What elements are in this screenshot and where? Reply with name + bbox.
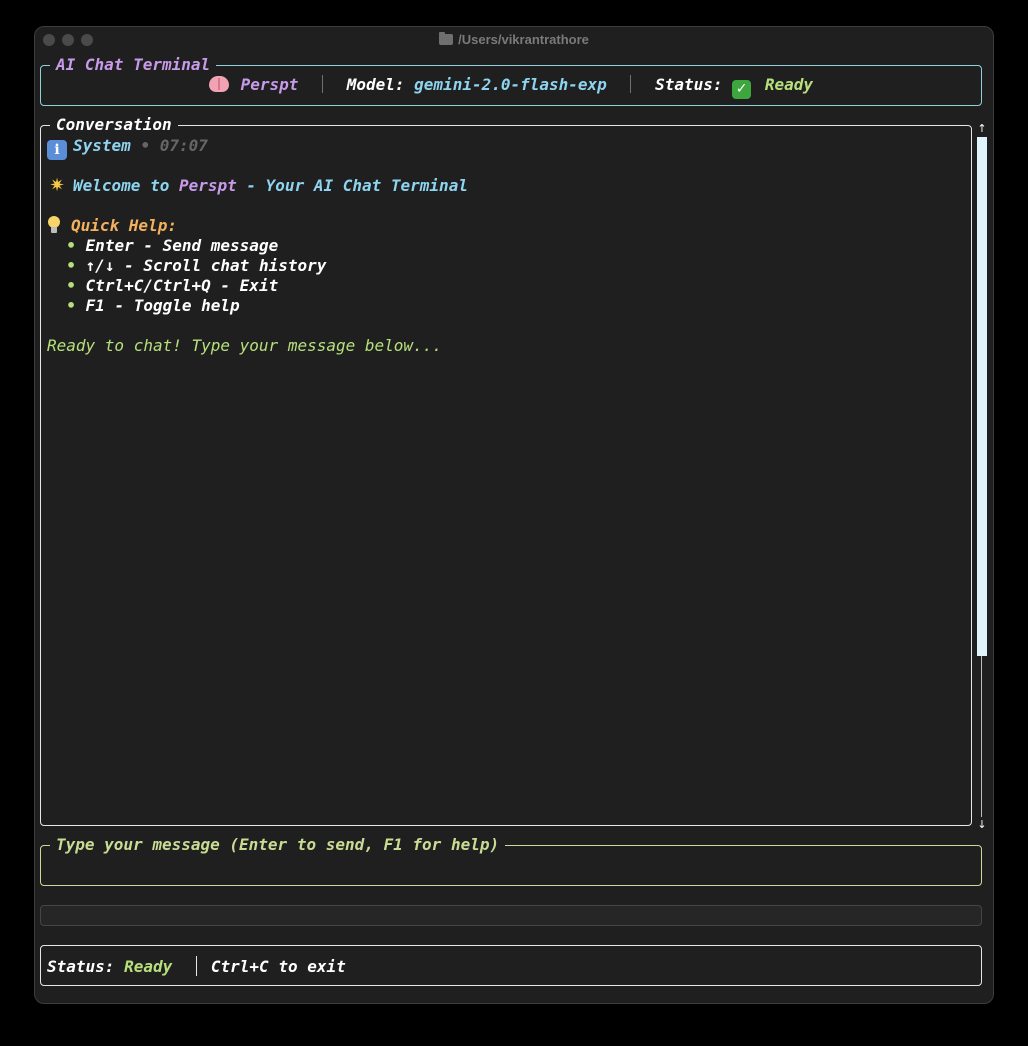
message-timestamp: • 07:07 [140,136,208,155]
star-icon: ✷ [49,175,65,196]
help-item-text: ↑/↓ - Scroll chat history [85,256,327,275]
statusbar-value: Ready [124,957,173,976]
window-title-text: /Users/vikrantrathore [458,32,589,47]
status-bar-line: Status: Ready Ctrl+C to exit [47,956,346,977]
scrollbar-thumb[interactable] [977,137,987,656]
conversation-scrollbar[interactable]: ↑ ↓ [976,123,988,831]
conversation-panel[interactable]: Conversation i System • 07:07 ✷ Welcome to… [40,115,972,826]
model-value: gemini-2.0-flash-exp [414,75,607,94]
status-value: Ready [764,75,813,94]
window-title: /Users/vikrantrathore [35,32,993,47]
message-input-title: Type your message (Enter to send, F1 for… [50,835,506,855]
scroll-up-arrow-icon[interactable]: ↑ [976,123,988,135]
progress-bar [40,905,982,926]
lightbulb-icon [47,216,61,234]
header-panel: AI Chat Terminal Perspt Model: gemini-2.… [40,55,982,106]
message-header: i System • 07:07 [47,136,965,160]
conversation-panel-title: Conversation [50,115,178,135]
status-label: Status: [655,75,723,94]
header-panel-title: AI Chat Terminal [50,55,217,75]
app-name: Perspt [240,75,299,94]
status-bar: Status: Ready Ctrl+C to exit [40,945,982,986]
quick-help-heading: Quick Help: [47,216,965,236]
help-item: • ↑/↓ - Scroll chat history [66,256,327,275]
message-input[interactable] [49,856,973,876]
message-sender: System [73,136,131,155]
help-item: • Ctrl+C/Ctrl+Q - Exit [66,276,279,295]
scroll-down-arrow-icon[interactable]: ↓ [976,819,988,831]
welcome-line: ✷ Welcome to Perspt - Your AI Chat Termin… [47,176,965,196]
conversation-messages: i System • 07:07 ✷ Welcome to Perspt - You… [47,136,965,356]
status-divider [195,956,197,976]
header-info-line: Perspt Model: gemini-2.0-flash-exp Statu… [41,75,981,99]
folder-icon [439,32,454,45]
terminal-window: /Users/vikrantrathore AI Chat Terminal P… [34,26,994,1004]
header-divider [630,75,632,93]
message-input-panel[interactable]: Type your message (Enter to send, F1 for… [40,835,982,886]
header-divider [322,75,324,93]
welcome-app-name: Perspt [178,176,237,195]
help-item: • F1 - Toggle help [66,296,240,315]
ready-message: Ready to chat! Type your message below..… [47,336,442,355]
quick-help-title: Quick Help: [71,216,177,235]
model-label: Model: [346,75,405,94]
info-icon: i [47,140,67,160]
help-item: • Enter - Send message [66,236,279,255]
statusbar-label: Status: [47,957,115,976]
title-bar: /Users/vikrantrathore [35,27,993,53]
brain-icon [209,76,229,92]
help-item-text: Enter - Send message [85,236,279,255]
help-item-text: F1 - Toggle help [85,296,240,315]
help-item-text: Ctrl+C/Ctrl+Q - Exit [85,276,279,295]
welcome-prefix: Welcome to [73,176,179,195]
check-icon: ✓ [732,80,752,99]
statusbar-hint: Ctrl+C to exit [210,957,346,976]
welcome-suffix: - Your AI Chat Terminal [236,176,468,195]
